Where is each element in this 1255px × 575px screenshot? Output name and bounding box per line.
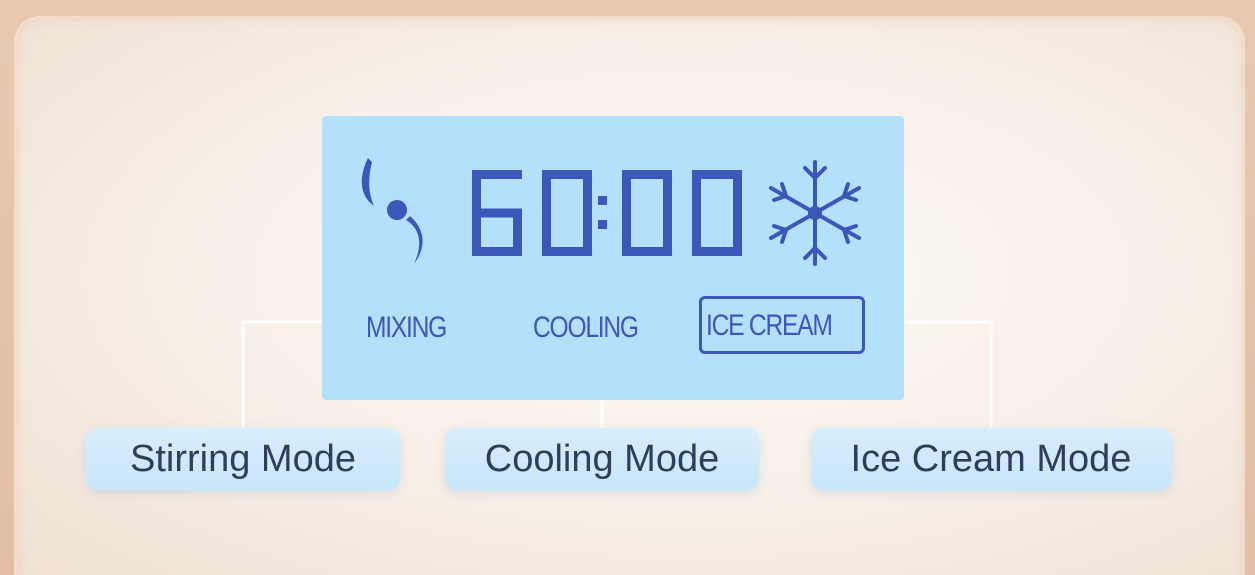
lcd-graphics: 60:00 [361,158,861,266]
snowflake-icon [769,160,861,266]
time-digit-segment [692,170,701,218]
time-digit-segment [542,170,551,218]
time-digit-segment [622,170,631,218]
time-colon-dot [598,220,607,230]
time-colon-dot [598,195,607,205]
callout-cooling-mode: Cooling Mode [445,428,759,490]
lcd-label-mixing: MIXING [366,311,447,344]
callout-ice-cream-mode: Ice Cream Mode [811,428,1171,490]
device-frame: 60:00 MIXING COOLING ICE CREAM Stirring … [0,0,1255,575]
time-digit-segment [513,208,522,256]
lcd-label-ice-cream: ICE CREAM [706,309,833,342]
time-readout: 60:00 [472,170,742,256]
lcd-label-cooling: COOLING [533,311,639,344]
mixing-paddle-icon [361,158,423,264]
lcd-display: 60:00 [322,116,904,400]
callout-stirring-mode: Stirring Mode [86,428,400,490]
